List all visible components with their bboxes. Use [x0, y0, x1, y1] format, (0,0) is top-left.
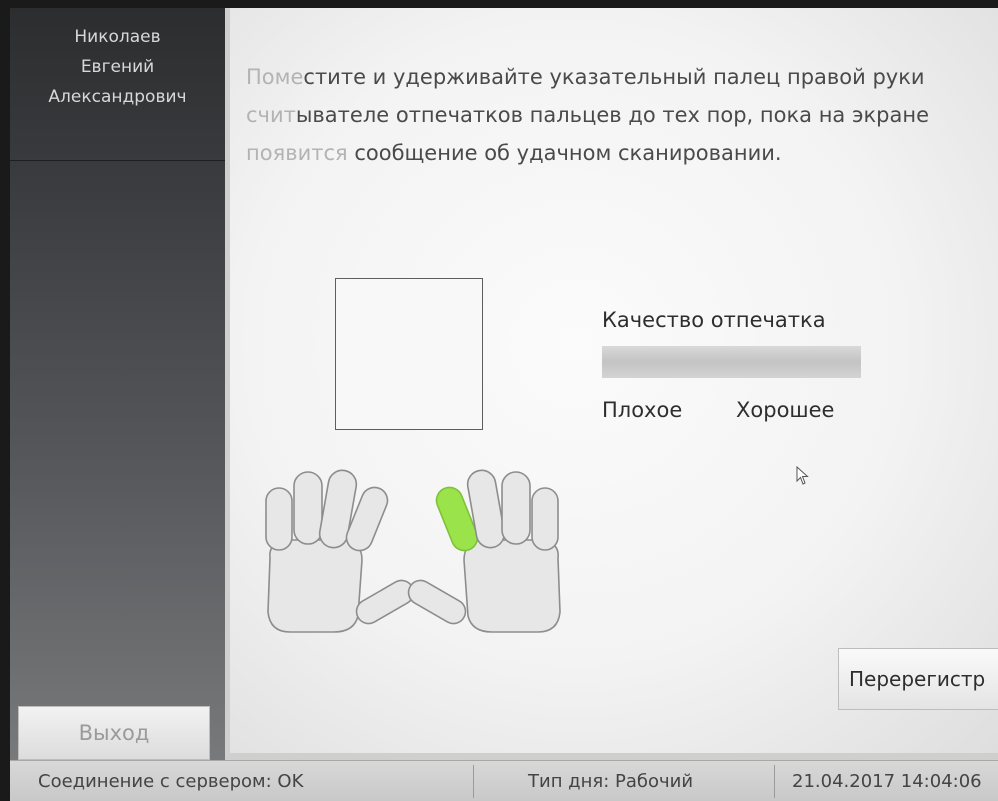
- mouse-pointer-icon: [796, 466, 809, 485]
- right-finger-ring: [501, 471, 531, 545]
- instruction-fragment: Поме: [246, 65, 304, 89]
- instruction-fragment: сообщение об удачном сканировании.: [347, 141, 782, 165]
- instruction-line: считывателе отпечатков пальцев до тех по…: [246, 96, 998, 134]
- instruction-fragment: счит: [246, 103, 296, 127]
- statusbar-divider: [774, 765, 775, 798]
- sidebar: Николаев Евгений Александрович Выход: [10, 8, 225, 760]
- statusbar-divider: [473, 765, 474, 798]
- connection-status: Соединение с сервером: OK: [38, 771, 304, 792]
- quality-bar: [602, 346, 861, 378]
- day-type-status: Тип дня: Рабочий: [528, 771, 694, 792]
- user-last-name: Николаев: [74, 27, 161, 47]
- quality-good-label: Хорошее: [736, 398, 835, 422]
- left-finger-pinky: [265, 487, 293, 551]
- instruction-fragment: появится: [246, 141, 348, 165]
- user-first-name: Евгений: [80, 57, 155, 77]
- datetime-status: 21.04.2017 14:04:06: [792, 771, 982, 792]
- screen: Николаев Евгений Александрович Выход Пом…: [10, 8, 998, 801]
- main-panel: Поместите и удерживайте указательный пал…: [230, 8, 998, 753]
- user-name: Николаев Евгений Александрович: [10, 22, 225, 112]
- instruction-line: Поместите и удерживайте указательный пал…: [246, 58, 998, 96]
- exit-button[interactable]: Выход: [18, 706, 210, 760]
- left-finger-ring: [293, 471, 323, 545]
- statusbar: Соединение с сервером: OK Тип дня: Рабоч…: [10, 760, 998, 801]
- hands-diagram: [265, 469, 561, 633]
- instruction-line: появится сообщение об удачном сканирован…: [246, 134, 998, 172]
- instruction-fragment: ывателе отпечатков пальцев до тех пор, п…: [295, 103, 930, 127]
- left-finger-thumb: [355, 579, 415, 625]
- right-palm: [463, 539, 561, 633]
- instruction-fragment: стите и удерживайте указательный палец п…: [303, 65, 925, 89]
- quality-label: Качество отпечатка: [602, 308, 826, 332]
- instruction-text: Поместите и удерживайте указательный пал…: [246, 58, 998, 172]
- reregister-button[interactable]: Перерегистр: [838, 648, 998, 710]
- sidebar-divider: [10, 160, 225, 161]
- user-patronymic: Александрович: [48, 87, 187, 107]
- right-finger-thumb: [407, 579, 467, 625]
- left-palm: [267, 539, 363, 633]
- quality-bad-label: Плохое: [602, 398, 683, 422]
- right-finger-pinky: [531, 487, 559, 551]
- fingerprint-preview: [335, 278, 483, 430]
